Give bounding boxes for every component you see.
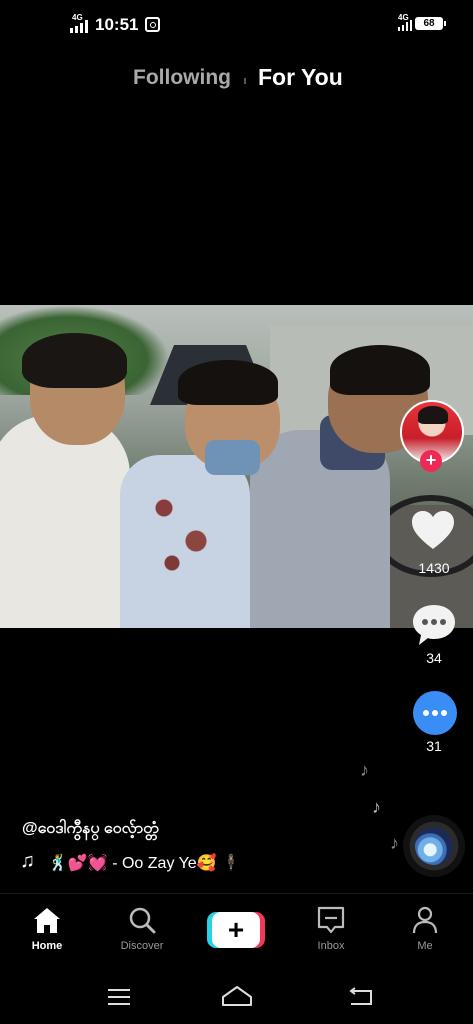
plus-icon: + (212, 912, 260, 948)
music-note-icon: ♫ (20, 850, 35, 872)
creator-username[interactable]: @ဝေဒါကွီနပ္ ဝေလ့်ာတ္တံ (22, 817, 159, 841)
nav-home[interactable]: Home (7, 906, 87, 952)
person-left-hair (22, 333, 127, 388)
injured-person-hair (178, 360, 278, 405)
battery-icon: 68 (415, 17, 446, 30)
status-bar: 4G 10:51 4G 68 (0, 0, 473, 50)
nav-discover[interactable]: Discover (102, 906, 182, 952)
comment-count: 34 (426, 650, 442, 666)
person-right-hair (330, 345, 430, 395)
profile-icon (412, 906, 438, 934)
song-title[interactable]: 🕺💕💓 - Oo Zay Ye🥰 🕴 (48, 853, 241, 873)
comment-icon[interactable] (411, 602, 457, 648)
nav-me[interactable]: Me (385, 906, 465, 952)
music-disc-artwork (415, 827, 453, 865)
avatar-hair (418, 406, 448, 424)
share-icon[interactable] (413, 691, 457, 735)
create-button[interactable]: + (207, 912, 265, 948)
share-count: 31 (426, 738, 442, 754)
menu-icon[interactable] (107, 988, 131, 1006)
instagram-icon (145, 17, 160, 32)
face-mask (205, 440, 260, 475)
floating-note-icon: ♪ (372, 797, 381, 817)
follow-button[interactable]: + (420, 450, 442, 472)
heart-icon[interactable] (410, 509, 456, 551)
floating-note-icon: ♪ (390, 833, 399, 853)
nav-home-label: Home (31, 940, 63, 952)
tab-following[interactable]: Following (133, 66, 231, 90)
inbox-icon (317, 906, 345, 934)
tab-divider (244, 78, 246, 84)
nav-inbox[interactable]: Inbox (291, 906, 371, 952)
search-icon (129, 907, 156, 934)
system-nav-bar (0, 965, 473, 1024)
back-icon[interactable] (348, 987, 374, 1007)
nav-discover-label: Discover (120, 940, 164, 952)
video-frame[interactable] (0, 305, 473, 628)
nav-me-label: Me (417, 940, 433, 952)
home-icon (34, 908, 60, 933)
tab-for-you[interactable]: For You (258, 64, 343, 91)
floating-note-icon: ♪ (360, 760, 369, 780)
home-system-icon[interactable] (221, 985, 253, 1007)
person-left-body (0, 415, 130, 628)
clock: 10:51 (95, 15, 139, 34)
blood-stains (140, 475, 220, 585)
nav-inbox-label: Inbox (317, 940, 345, 952)
like-count: 1430 (418, 560, 450, 576)
